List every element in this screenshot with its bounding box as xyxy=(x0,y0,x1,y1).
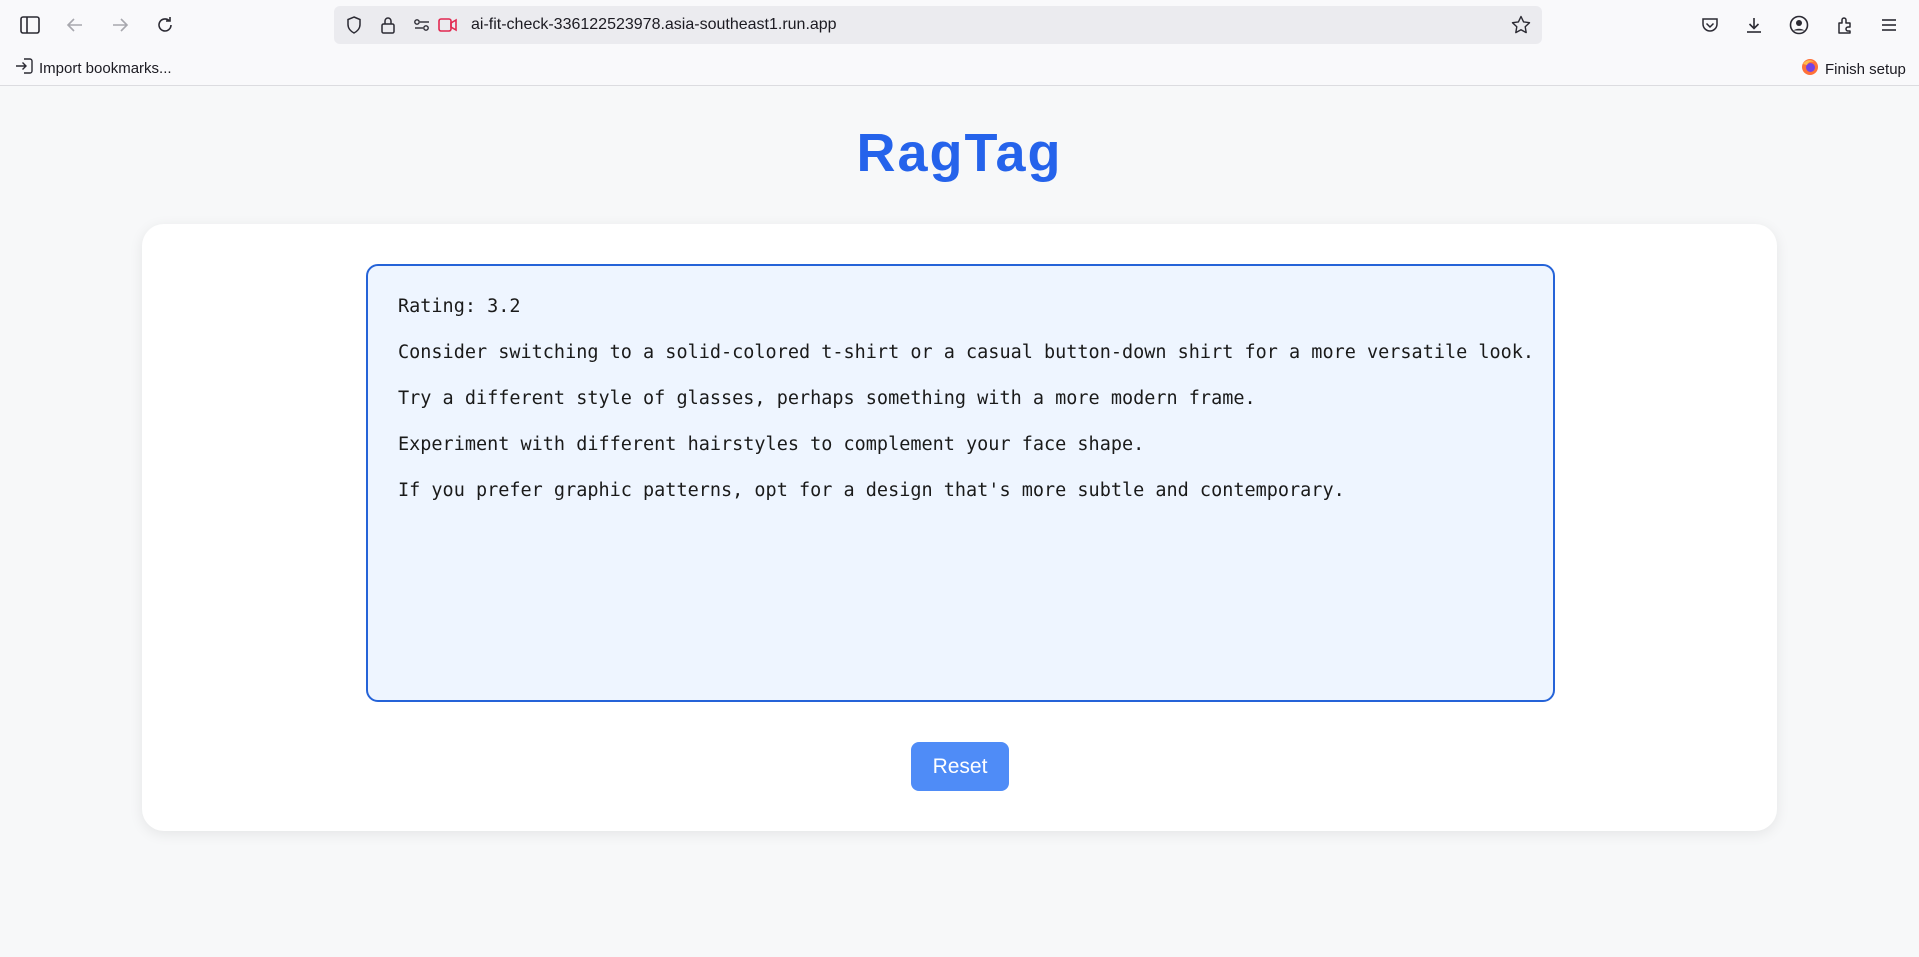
import-bookmarks-link[interactable]: Import bookmarks... xyxy=(15,58,172,78)
suggestion-text: If you prefer graphic patterns, opt for … xyxy=(398,480,1345,501)
shield-icon[interactable] xyxy=(344,15,364,35)
reset-button[interactable]: Reset xyxy=(911,742,1009,791)
lock-icon[interactable] xyxy=(378,15,398,35)
bookmarks-toolbar: Import bookmarks... Finish setup xyxy=(0,50,1919,86)
page-title: RagTag xyxy=(856,123,1063,183)
finish-setup-link[interactable]: Finish setup xyxy=(1801,58,1906,80)
downloads-icon[interactable] xyxy=(1738,9,1770,41)
url-bar[interactable]: ai-fit-check-336122523978.asia-southeast… xyxy=(334,6,1542,44)
extensions-icon[interactable] xyxy=(1829,9,1861,41)
sidebar-toggle-icon[interactable] xyxy=(14,9,46,41)
url-text[interactable]: ai-fit-check-336122523978.asia-southeast… xyxy=(471,16,837,34)
result-box: Rating: 3.2 Consider switching to a soli… xyxy=(366,264,1555,702)
suggestion-text: Experiment with different hairstyles to … xyxy=(398,434,1145,455)
camera-icon[interactable] xyxy=(438,15,458,35)
suggestion-text: Try a different style of glasses, perhap… xyxy=(398,388,1256,409)
suggestion-text: Consider switching to a solid-colored t-… xyxy=(398,342,1535,363)
permissions-icon[interactable] xyxy=(412,15,432,35)
menu-icon[interactable] xyxy=(1873,9,1905,41)
forward-icon[interactable] xyxy=(104,9,136,41)
firefox-logo-icon xyxy=(1801,58,1819,80)
main-card: Rating: 3.2 Consider switching to a soli… xyxy=(142,224,1777,831)
pocket-icon[interactable] xyxy=(1694,9,1726,41)
browser-toolbar: ai-fit-check-336122523978.asia-southeast… xyxy=(0,0,1919,50)
import-bookmarks-label: Import bookmarks... xyxy=(39,59,172,77)
back-icon[interactable] xyxy=(59,9,91,41)
import-icon xyxy=(15,58,33,78)
rating-text: Rating: 3.2 xyxy=(398,296,521,317)
bookmark-star-icon[interactable] xyxy=(1511,15,1531,35)
account-icon[interactable] xyxy=(1783,9,1815,41)
finish-setup-label: Finish setup xyxy=(1825,60,1906,78)
reload-icon[interactable] xyxy=(149,9,181,41)
